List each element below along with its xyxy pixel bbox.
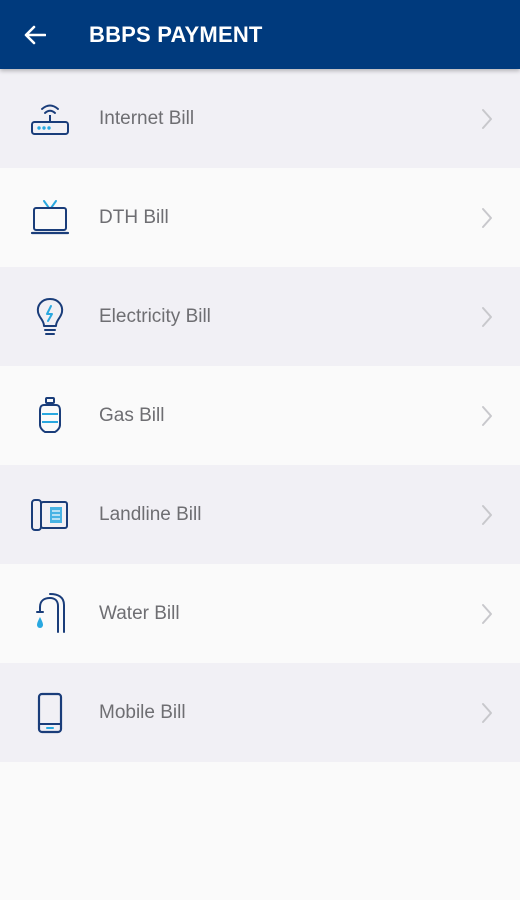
bill-item-gas[interactable]: Gas Bill — [0, 366, 520, 465]
chevron-right-icon — [480, 305, 494, 329]
chevron-right-icon — [480, 602, 494, 626]
bill-item-label: DTH Bill — [99, 206, 169, 228]
bill-item-label: Landline Bill — [99, 503, 202, 525]
bill-list: Internet Bill DTH Bill Electricity Bill … — [0, 69, 520, 762]
chevron-right-icon — [480, 206, 494, 230]
bill-item-label: Internet Bill — [99, 107, 195, 129]
bulb-icon — [25, 292, 75, 342]
bill-item-water[interactable]: Water Bill — [0, 564, 520, 663]
bill-item-internet[interactable]: Internet Bill — [0, 69, 520, 168]
bill-item-label: Electricity Bill — [99, 305, 211, 327]
chevron-right-icon — [480, 107, 494, 131]
app-bar: BBPS PAYMENT — [0, 0, 520, 69]
router-icon — [25, 94, 75, 144]
chevron-right-icon — [480, 503, 494, 527]
bill-item-landline[interactable]: Landline Bill — [0, 465, 520, 564]
page-title: BBPS PAYMENT — [89, 21, 263, 47]
bill-item-label: Gas Bill — [99, 404, 165, 426]
tv-icon — [25, 193, 75, 243]
landline-phone-icon — [25, 490, 75, 540]
gas-cylinder-icon — [25, 391, 75, 441]
bill-item-electricity[interactable]: Electricity Bill — [0, 267, 520, 366]
bill-item-label: Mobile Bill — [99, 701, 186, 723]
chevron-right-icon — [480, 701, 494, 725]
bill-item-label: Water Bill — [99, 602, 180, 624]
mobile-phone-icon — [25, 688, 75, 738]
back-button[interactable] — [0, 0, 70, 69]
water-tap-icon — [25, 589, 75, 639]
arrow-left-icon — [24, 25, 46, 44]
bill-item-mobile[interactable]: Mobile Bill — [0, 663, 520, 762]
bill-item-dth[interactable]: DTH Bill — [0, 168, 520, 267]
chevron-right-icon — [480, 404, 494, 428]
